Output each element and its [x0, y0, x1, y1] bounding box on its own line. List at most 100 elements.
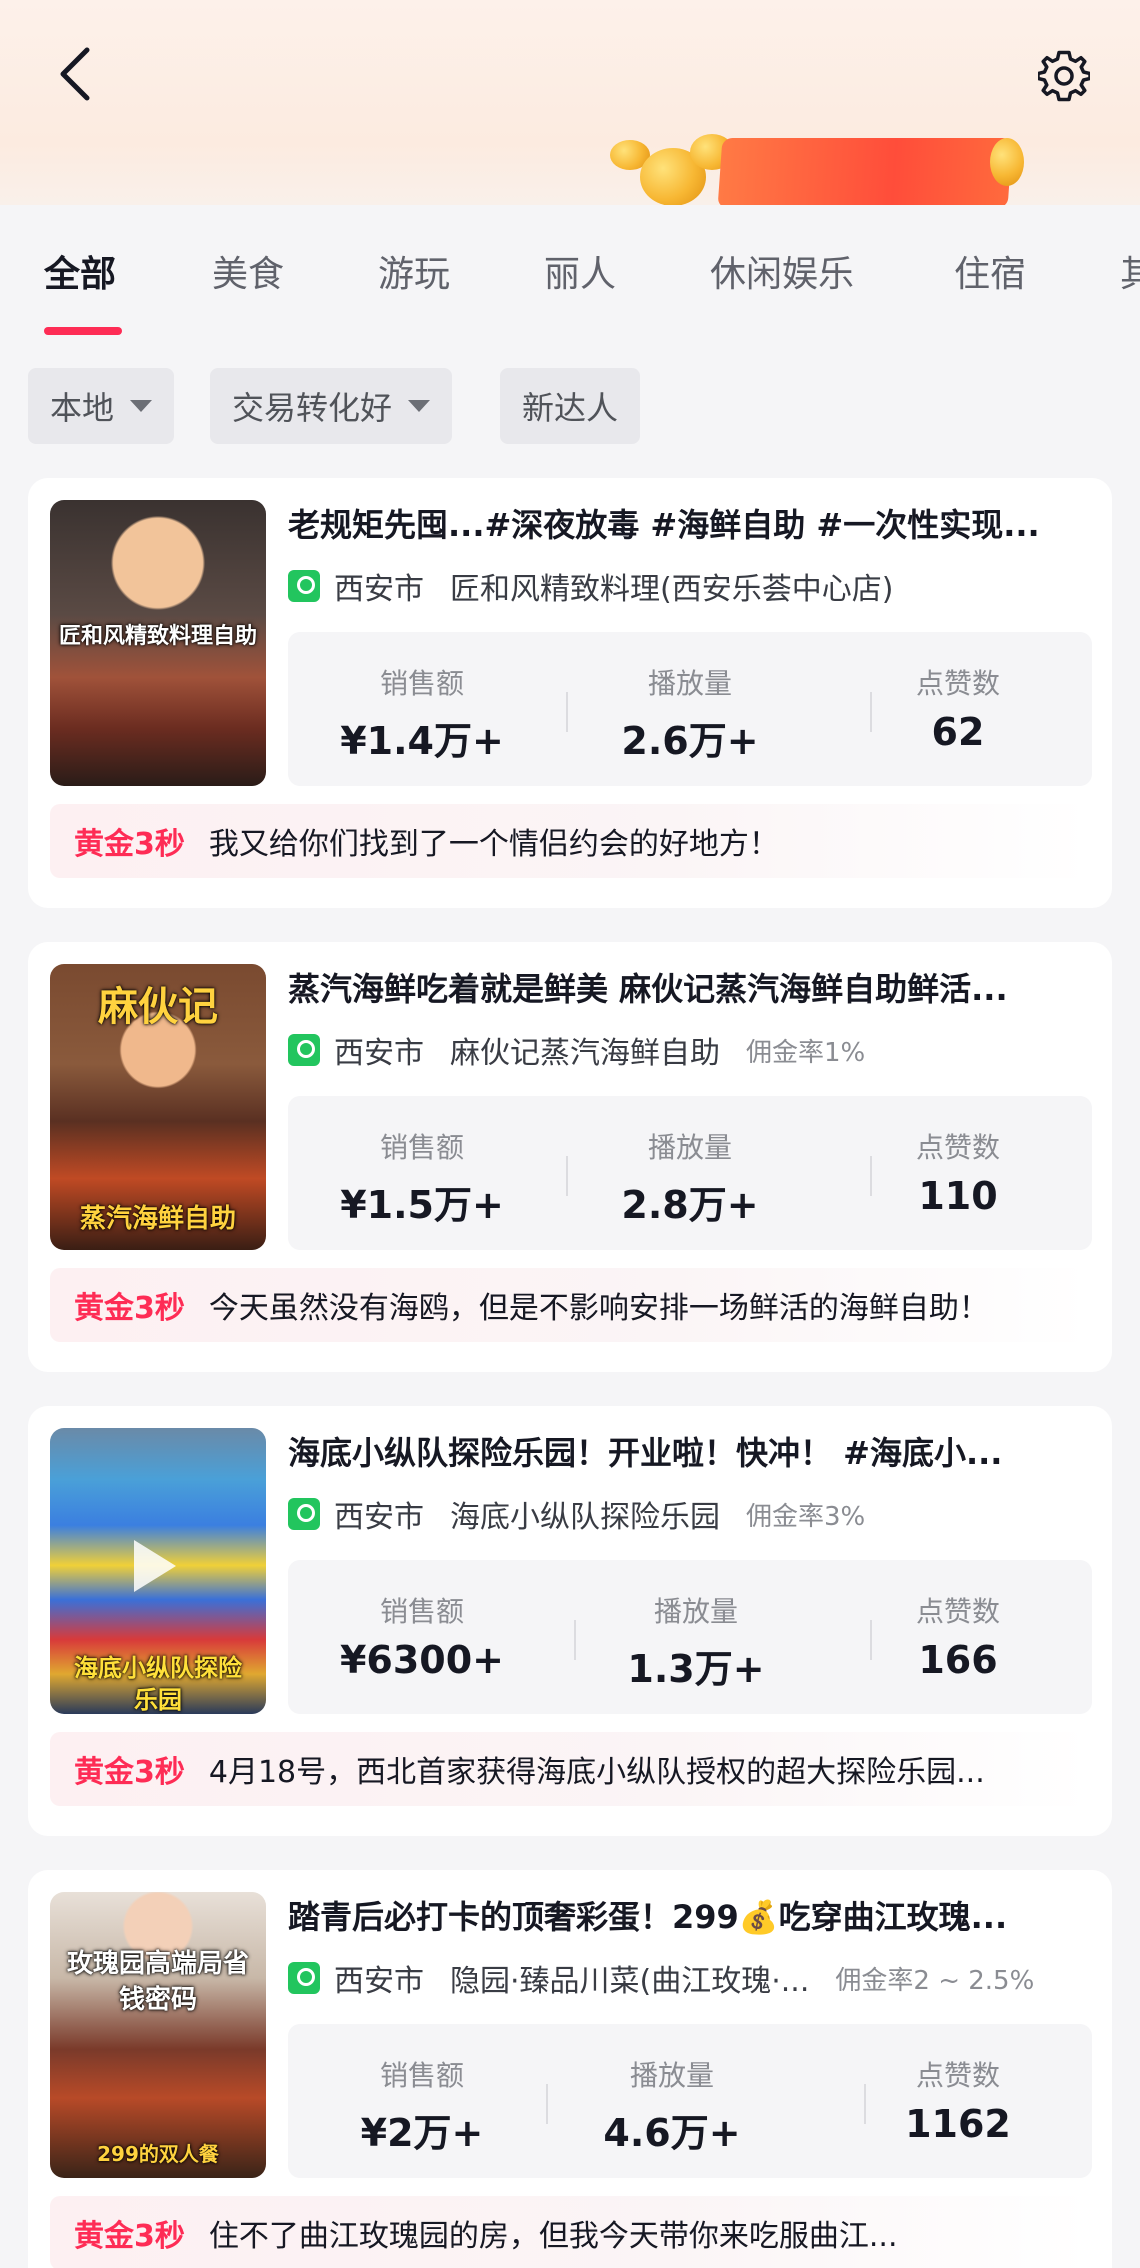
store-name[interactable]: 麻伙记蒸汽海鲜自助 — [450, 1028, 720, 1072]
video-title[interactable]: 踏青后必打卡的顶奢彩蛋！299💰吃穿曲江玫瑰... — [288, 1892, 1088, 1938]
tab-beauty[interactable]: 丽人 — [544, 245, 616, 297]
filter-label: 本地 — [50, 389, 115, 427]
stat-label: 点赞数 — [915, 667, 1000, 700]
store-name[interactable]: 匠和风精致料理(西安乐荟中心店) — [450, 564, 893, 608]
tab-play[interactable]: 游玩 — [378, 245, 450, 297]
filter-conversion[interactable]: 交易转化好 — [210, 368, 453, 444]
filter-local[interactable]: 本地 — [28, 368, 175, 444]
hook-text: 今天虽然没有海鸥，但是不影响安排一场鲜活的海鲜自助！ — [208, 1291, 989, 1326]
tab-hotel[interactable]: 住宿 — [954, 245, 1026, 297]
gold-3s-badge: 黄金3秒 — [74, 2219, 185, 2254]
video-title[interactable]: 海底小纵队探险乐园！开业啦！快冲！ #海底小... — [288, 1428, 1088, 1474]
filter-new-creator[interactable]: 新达人 — [500, 368, 641, 444]
store-name[interactable]: 隐园·臻品川菜(曲江玫瑰·... — [450, 1956, 809, 2000]
hook-description: 黄金3秒 住不了曲江玫瑰园的房，但我今天带你来吃服曲江... — [50, 2196, 1090, 2268]
hook-description: 黄金3秒 我又给你们找到了一个情侣约会的好地方！ — [50, 804, 1090, 878]
stat-plays: 播放量 1.3万+ — [562, 1560, 830, 1714]
caret-down-icon — [130, 400, 153, 412]
stat-value: 62 — [931, 710, 985, 754]
location-pin-icon — [288, 1034, 320, 1066]
stat-plays: 播放量 4.6万+ — [538, 2024, 806, 2178]
location-row: 西安市 麻伙记蒸汽海鲜自助 佣金率1% — [288, 1028, 1108, 1072]
thumbnail-caption: 海底小纵队探险乐园 — [74, 1654, 242, 1714]
thumbnail-caption: 299的双人餐 — [97, 2142, 219, 2166]
stats-panel: 销售额 ¥6300+ 播放量 1.3万+ 点赞数 166 — [288, 1560, 1092, 1714]
gear-icon — [1038, 50, 1090, 102]
stat-value: 4.6万+ — [603, 2111, 741, 2155]
stat-value: ¥2万+ — [360, 2111, 484, 2155]
store-name[interactable]: 海底小纵队探险乐园 — [450, 1492, 720, 1536]
gold-3s-badge: 黄金3秒 — [74, 1291, 185, 1326]
location-row: 西安市 隐园·臻品川菜(曲江玫瑰·... 佣金率2 ~ 2.5% — [288, 1956, 1108, 2000]
hook-text: 住不了曲江玫瑰园的房，但我今天带你来吃服曲江... — [208, 2219, 898, 2254]
stat-likes: 点赞数 110 — [824, 1096, 1092, 1250]
hook-text: 4月18号，西北首家获得海底小纵队授权的超大探险乐园... — [208, 1755, 985, 1790]
video-thumbnail[interactable]: 海底小纵队探险乐园 — [50, 1428, 266, 1714]
hook-text: 我又给你们找到了一个情侣约会的好地方！ — [208, 827, 779, 862]
stat-label: 销售额 — [379, 1595, 464, 1628]
commission-rate: 佣金率2 ~ 2.5% — [835, 1965, 1035, 1996]
tab-leisure[interactable]: 休闲娱乐 — [710, 245, 854, 297]
chevron-left-icon — [60, 47, 90, 101]
video-card[interactable]: 麻伙记 蒸汽海鲜自助 蒸汽海鲜吃着就是鲜美 麻伙记蒸汽海鲜自助鲜活... 西安市… — [28, 942, 1112, 1372]
stat-sales: 销售额 ¥1.4万+ — [288, 632, 556, 786]
video-title[interactable]: 蒸汽海鲜吃着就是鲜美 麻伙记蒸汽海鲜自助鲜活... — [288, 964, 1088, 1010]
stats-panel: 销售额 ¥1.4万+ 播放量 2.6万+ 点赞数 62 — [288, 632, 1092, 786]
tab-other[interactable]: 其 — [1120, 245, 1140, 297]
play-icon — [134, 1540, 176, 1592]
location-pin-icon — [288, 1498, 320, 1530]
stat-value: 2.6万+ — [621, 719, 759, 763]
city-label: 西安市 — [334, 572, 424, 607]
stat-label: 销售额 — [379, 2059, 464, 2092]
settings-button[interactable] — [1032, 44, 1096, 108]
stat-sales: 销售额 ¥6300+ — [288, 1560, 556, 1714]
active-tab-indicator — [44, 327, 122, 335]
page: 全部 美食 游玩 丽人 休闲娱乐 住宿 其 本地 交易转化好 新达人 匠和风精致… — [0, 0, 1140, 2268]
stat-label: 播放量 — [629, 2059, 714, 2092]
stat-likes: 点赞数 1162 — [824, 2024, 1092, 2178]
tab-food[interactable]: 美食 — [212, 245, 284, 297]
video-thumbnail[interactable]: 匠和风精致料理自助 — [50, 500, 266, 786]
stat-value: 2.8万+ — [621, 1183, 759, 1227]
stat-value: 166 — [918, 1638, 998, 1682]
stats-panel: 销售额 ¥1.5万+ 播放量 2.8万+ 点赞数 110 — [288, 1096, 1092, 1250]
back-button[interactable] — [44, 38, 104, 110]
hook-description: 黄金3秒 今天虽然没有海鸥，但是不影响安排一场鲜活的海鲜自助！ — [50, 1268, 1090, 1342]
video-card[interactable]: 玫瑰园高端局省钱密码 299的双人餐 踏青后必打卡的顶奢彩蛋！299💰吃穿曲江玫… — [28, 1870, 1112, 2268]
stat-label: 播放量 — [653, 1595, 738, 1628]
stats-panel: 销售额 ¥2万+ 播放量 4.6万+ 点赞数 1162 — [288, 2024, 1092, 2178]
thumbnail-caption: 蒸汽海鲜自助 — [79, 1204, 236, 1234]
gold-3s-badge: 黄金3秒 — [74, 1755, 185, 1790]
stat-value: ¥1.5万+ — [340, 1183, 504, 1227]
stat-plays: 播放量 2.6万+ — [556, 632, 824, 786]
video-card[interactable]: 匠和风精致料理自助 老规矩先囤...#深夜放毒 #海鲜自助 #一次性实现... … — [28, 478, 1112, 908]
commission-rate: 佣金率3% — [746, 1501, 866, 1532]
stat-likes: 点赞数 62 — [824, 632, 1092, 786]
stat-likes: 点赞数 166 — [824, 1560, 1092, 1714]
thumbnail-caption: 匠和风精致料理自助 — [58, 624, 257, 649]
stat-value: ¥1.4万+ — [340, 719, 504, 763]
video-card[interactable]: 海底小纵队探险乐园 海底小纵队探险乐园！开业啦！快冲！ #海底小... 西安市 … — [28, 1406, 1112, 1836]
hook-description: 黄金3秒 4月18号，西北首家获得海底小纵队授权的超大探险乐园... — [50, 1732, 1090, 1806]
stat-value: 110 — [918, 1174, 998, 1218]
location-row: 西安市 匠和风精致料理(西安乐荟中心店) — [288, 564, 1108, 608]
video-thumbnail[interactable]: 麻伙记 蒸汽海鲜自助 — [50, 964, 266, 1250]
commission-rate: 佣金率1% — [746, 1037, 866, 1068]
video-thumbnail[interactable]: 玫瑰园高端局省钱密码 299的双人餐 — [50, 1892, 266, 2178]
stat-plays: 播放量 2.8万+ — [556, 1096, 824, 1250]
stat-label: 销售额 — [379, 1131, 464, 1164]
stat-label: 销售额 — [379, 667, 464, 700]
video-title[interactable]: 老规矩先囤...#深夜放毒 #海鲜自助 #一次性实现... — [288, 500, 1088, 546]
stat-label: 点赞数 — [915, 2059, 1000, 2092]
gold-3s-badge: 黄金3秒 — [74, 827, 185, 862]
stat-label: 点赞数 — [915, 1595, 1000, 1628]
stat-sales: 销售额 ¥2万+ — [288, 2024, 556, 2178]
tab-all[interactable]: 全部 — [44, 245, 116, 297]
location-row: 西安市 海底小纵队探险乐园 佣金率3% — [288, 1492, 1108, 1536]
city-label: 西安市 — [334, 1964, 424, 1999]
banner-decoration — [580, 128, 1030, 205]
location-pin-icon — [288, 570, 320, 602]
header-banner — [0, 0, 1140, 205]
stat-label: 播放量 — [647, 1131, 732, 1164]
location-pin-icon — [288, 1962, 320, 1994]
